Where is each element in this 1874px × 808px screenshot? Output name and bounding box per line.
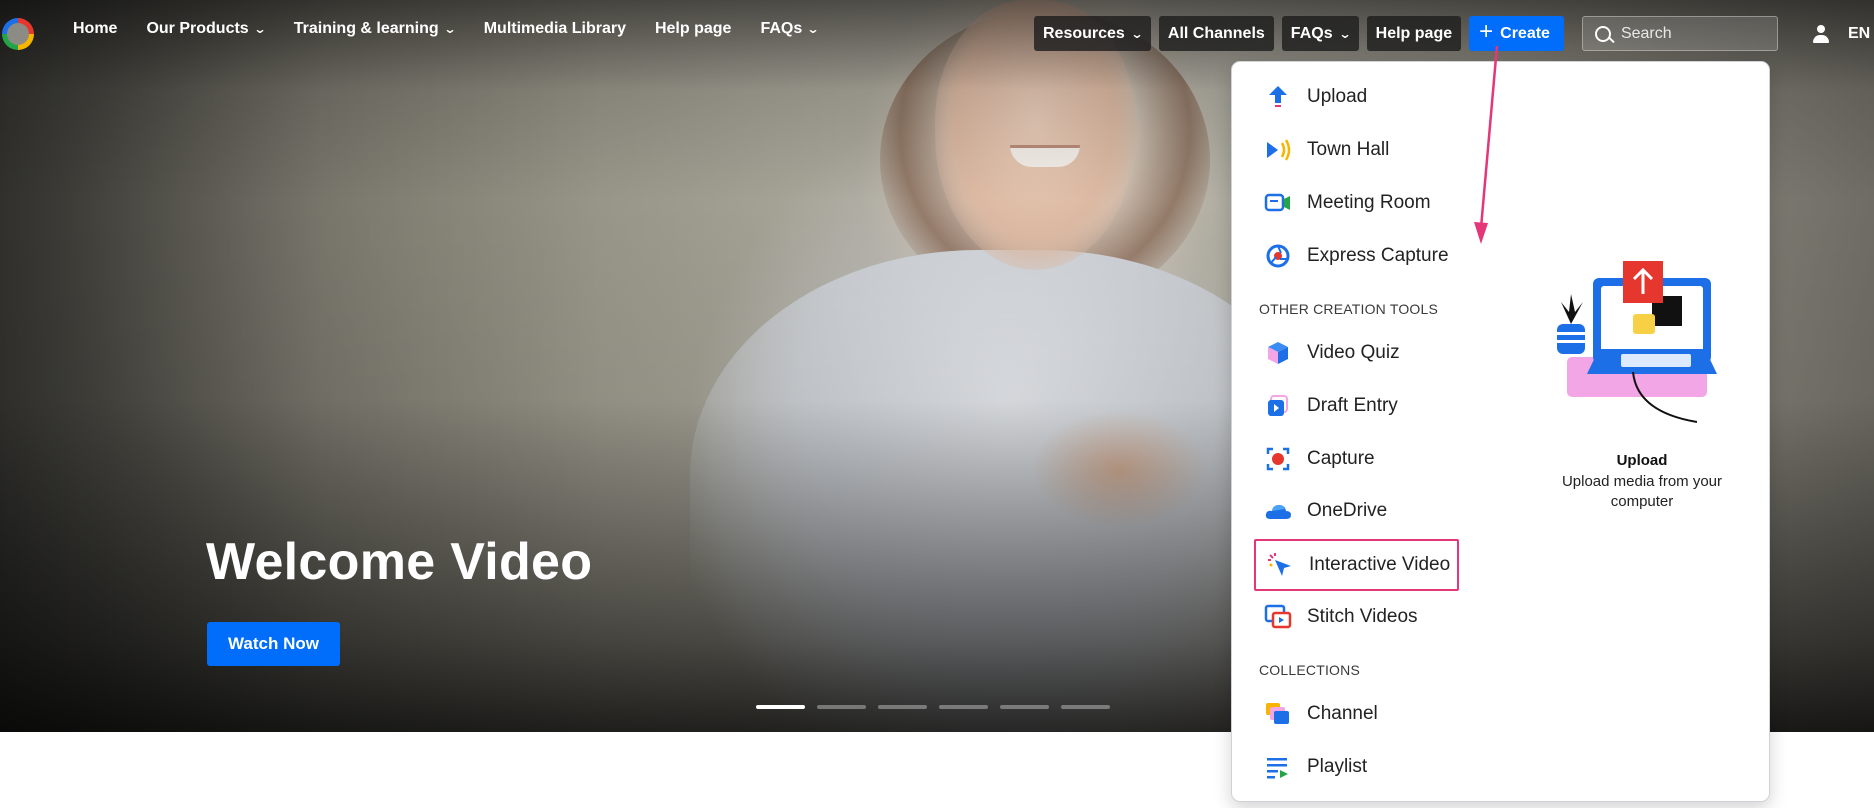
- menu-item-meeting-room[interactable]: Meeting Room: [1264, 185, 1431, 221]
- nav-help-label: Help page: [654, 20, 732, 37]
- resources-label: Resources: [1043, 24, 1125, 42]
- site-logo[interactable]: [2, 18, 34, 50]
- preview-description: Upload media from your computer: [1561, 473, 1723, 510]
- menu-item-interactive-video[interactable]: Interactive Video: [1254, 539, 1460, 591]
- menu-item-label: Video Quiz: [1307, 342, 1400, 363]
- express-capture-icon: [1264, 242, 1292, 270]
- channel-icon: [1264, 700, 1292, 728]
- onedrive-cloud-icon: [1264, 497, 1292, 525]
- chevron-down-icon: ⌄: [1338, 26, 1352, 41]
- hero-title: Welcome Video: [206, 533, 593, 591]
- menu-item-label: Capture: [1307, 448, 1375, 469]
- all-channels-label: All Channels: [1167, 24, 1265, 42]
- chevron-down-icon: ⌄: [806, 22, 820, 36]
- capture-record-icon: [1264, 445, 1292, 473]
- chevron-down-icon: ⌄: [443, 22, 457, 36]
- faqs-label: FAQs: [1290, 24, 1333, 42]
- stitch-videos-icon: [1264, 603, 1292, 631]
- nav-faqs-label: FAQs: [760, 20, 803, 37]
- chevron-down-icon: ⌄: [1130, 26, 1144, 41]
- faqs-menu-button[interactable]: FAQs ⌄: [1281, 16, 1359, 51]
- menu-item-label: Playlist: [1307, 756, 1368, 777]
- chevron-down-icon: ⌄: [253, 22, 267, 36]
- help-page-button[interactable]: Help page: [1366, 16, 1462, 51]
- carousel-indicators: [756, 705, 1110, 709]
- all-channels-button[interactable]: All Channels: [1158, 16, 1274, 51]
- carousel-dot[interactable]: [756, 705, 805, 709]
- meeting-room-icon: [1264, 189, 1292, 217]
- nav-home-label: Home: [73, 20, 118, 37]
- menu-item-label: Interactive Video: [1309, 554, 1451, 575]
- menu-item-label: Upload: [1307, 86, 1368, 107]
- menu-item-onedrive[interactable]: OneDrive: [1264, 493, 1387, 529]
- menu-item-label: Town Hall: [1307, 139, 1390, 160]
- user-account-icon[interactable]: [1812, 24, 1830, 43]
- search-icon: [1594, 25, 1611, 42]
- video-quiz-icon: [1264, 339, 1292, 367]
- menu-item-label: OneDrive: [1307, 500, 1388, 521]
- plus-icon: +: [1479, 18, 1494, 45]
- section-heading-collections: COLLECTIONS: [1259, 662, 1360, 678]
- menu-item-channel[interactable]: Channel: [1264, 696, 1378, 732]
- help-label: Help page: [1375, 24, 1453, 42]
- menu-item-capture[interactable]: Capture: [1264, 441, 1375, 477]
- carousel-dot[interactable]: [1000, 705, 1049, 709]
- create-dropdown-menu: Upload Town Hall Meeting Room Express Ca…: [1231, 61, 1770, 802]
- nav-training-label: Training & learning: [293, 20, 439, 37]
- menu-item-stitch-videos[interactable]: Stitch Videos: [1264, 599, 1418, 635]
- section-heading-other-tools: OTHER CREATION TOOLS: [1259, 301, 1439, 317]
- menu-item-label: Meeting Room: [1307, 192, 1431, 213]
- menu-item-town-hall[interactable]: Town Hall: [1264, 132, 1389, 168]
- carousel-dot[interactable]: [939, 705, 988, 709]
- menu-item-label: Draft Entry: [1307, 395, 1398, 416]
- draft-entry-icon: [1264, 392, 1292, 420]
- nav-faqs[interactable]: FAQs ⌄: [760, 20, 820, 38]
- playlist-icon: [1264, 753, 1292, 781]
- nav-training-learning[interactable]: Training & learning ⌄: [293, 20, 457, 38]
- search-input[interactable]: Search: [1581, 16, 1778, 51]
- watch-now-button[interactable]: Watch Now: [207, 622, 340, 666]
- broadcast-icon: [1264, 136, 1292, 164]
- create-label: Create: [1500, 24, 1550, 42]
- upload-arrow-icon: [1264, 83, 1292, 111]
- menu-item-video-quiz[interactable]: Video Quiz: [1264, 335, 1400, 371]
- resources-menu-button[interactable]: Resources ⌄: [1034, 16, 1151, 51]
- nav-home[interactable]: Home: [73, 20, 117, 38]
- menu-item-draft-entry[interactable]: Draft Entry: [1264, 388, 1398, 424]
- top-navigation: Home Our Products ⌄ Training & learning ⌄ …: [0, 0, 1874, 66]
- nav-actions: Resources ⌄ All Channels FAQs ⌄ Help page …: [1034, 16, 1870, 51]
- create-button[interactable]: + Create: [1469, 16, 1564, 51]
- menu-item-label: Stitch Videos: [1307, 606, 1418, 627]
- menu-item-playlist[interactable]: Playlist: [1264, 749, 1367, 785]
- carousel-dot[interactable]: [878, 705, 927, 709]
- carousel-dot[interactable]: [817, 705, 866, 709]
- menu-item-label: Express Capture: [1307, 245, 1449, 266]
- carousel-dot[interactable]: [1061, 705, 1110, 709]
- nav-our-products[interactable]: Our Products ⌄: [146, 20, 267, 38]
- preview-title: Upload: [1616, 452, 1668, 469]
- nav-multimedia-library[interactable]: Multimedia Library: [484, 20, 626, 38]
- nav-help-page[interactable]: Help page: [655, 20, 731, 38]
- menu-item-express-capture[interactable]: Express Capture: [1264, 238, 1449, 274]
- interactive-cursor-icon: [1266, 551, 1294, 579]
- menu-item-label: Channel: [1307, 703, 1378, 724]
- search-placeholder: Search: [1620, 24, 1672, 42]
- nav-multimedia-label: Multimedia Library: [483, 20, 626, 37]
- nav-our-products-label: Our Products: [146, 20, 249, 37]
- menu-item-upload[interactable]: Upload: [1264, 79, 1367, 115]
- language-selector[interactable]: EN: [1848, 25, 1870, 43]
- main-nav-links: Home Our Products ⌄ Training & learning ⌄ …: [73, 20, 820, 38]
- upload-illustration: [1537, 252, 1747, 437]
